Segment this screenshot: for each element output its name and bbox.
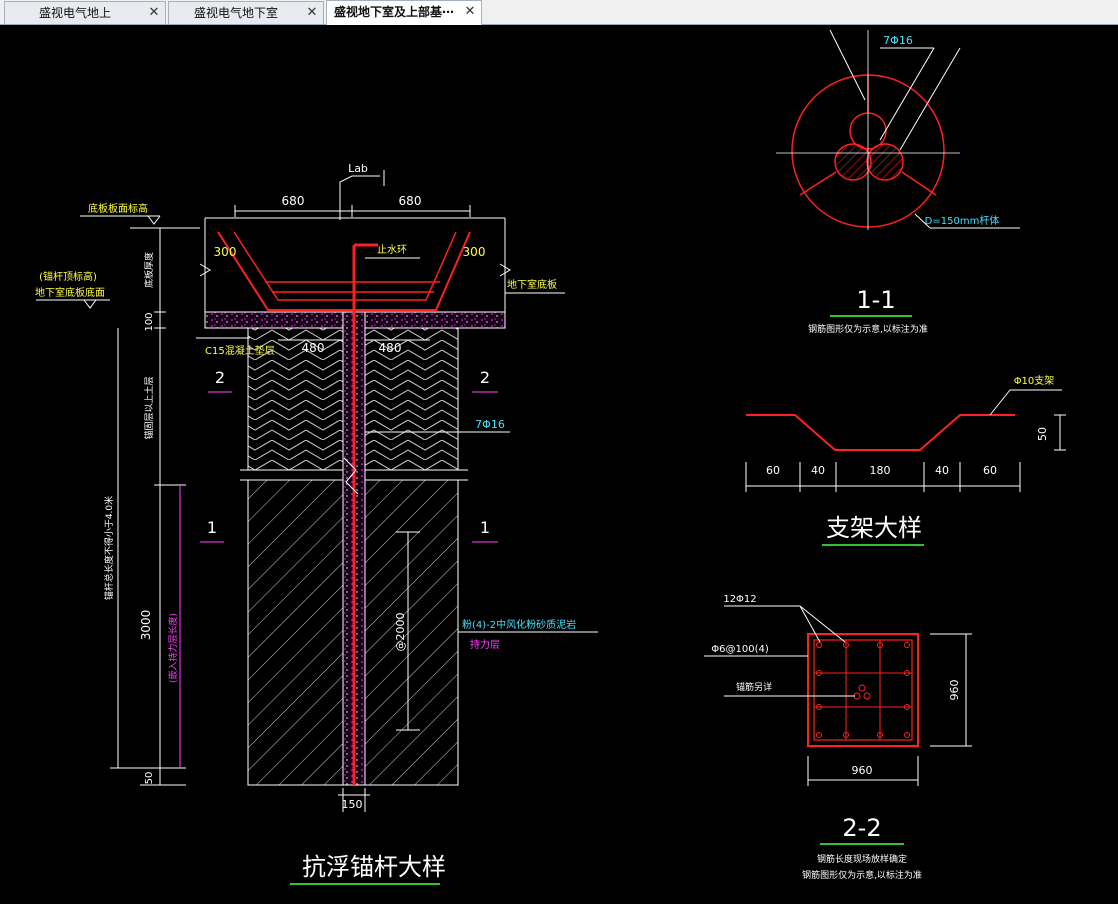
label-anchor-elev: (锚杆顶标高) xyxy=(39,270,97,283)
rebar-circle xyxy=(834,143,872,181)
bracket-arm xyxy=(901,171,937,196)
label-embed: (嵌入持力层长度) xyxy=(167,613,179,683)
elev-triangle xyxy=(147,215,161,225)
bracket-shape xyxy=(746,414,1015,451)
dim-480-left: 480 xyxy=(302,341,325,355)
section-2-2-width: 960 xyxy=(852,764,873,777)
close-icon[interactable]: ✕ xyxy=(305,2,319,24)
label-anchor-length: 锚杆总长度不得小于4.0米 xyxy=(103,496,115,600)
section-2-2-title: 2-2 xyxy=(842,814,881,842)
close-icon[interactable]: ✕ xyxy=(147,2,161,24)
haunch-outline xyxy=(217,231,471,311)
section-2-2-stirrup: Φ6@100(4) xyxy=(711,644,769,655)
section-2-2-note2: 钢筋图形仅为示意,以标注为准 xyxy=(802,869,922,881)
tab-label: 盛视电气地上 xyxy=(38,6,111,20)
bracket-leader xyxy=(989,389,1011,416)
bracket-title: 支架大样 xyxy=(826,514,922,542)
tab-document-3[interactable]: 盛视地下室及上部基⋯ ✕ xyxy=(326,0,482,25)
dim-480-right: 480 xyxy=(379,341,402,355)
bracket-dim: 40 xyxy=(811,464,825,477)
elev-triangle xyxy=(83,299,97,309)
pile-cap-outline xyxy=(807,633,919,747)
dim-150: 150 xyxy=(342,798,363,811)
section-2-2-rebar: 12Φ12 xyxy=(723,594,756,605)
main-detail-title: 抗浮锚杆大样 xyxy=(302,853,446,881)
bracket-arm xyxy=(799,171,837,196)
section-1-1-diameter: D=150mm杆体 xyxy=(925,215,1000,227)
label-basement-bottom: 地下室底板底面 xyxy=(35,286,105,299)
label-bottom-plate-top: 底板板面标高 xyxy=(88,202,148,215)
layer-name: 粉(4)-2中风化粉砂质泥岩 xyxy=(462,618,576,631)
rebar-label: 7Φ16 xyxy=(475,418,505,431)
section-mark-2-right: 2 xyxy=(480,368,490,387)
section-2-2: 12Φ12 Φ6@100(4) 锚筋另详 960 960 2-2 钢筋长度现场放… xyxy=(704,594,972,881)
close-icon[interactable]: ✕ xyxy=(463,1,477,23)
section-1-1-rebar: 7Φ16 xyxy=(883,34,913,47)
bracket-dim: 60 xyxy=(983,464,997,477)
rebar-circle xyxy=(866,143,904,181)
dim-680-right: 680 xyxy=(399,194,422,208)
dim-300-left: 300 xyxy=(214,245,237,259)
rebar-leader xyxy=(799,605,821,643)
tab-document-2[interactable]: 盛视电气地下室 ✕ xyxy=(168,1,324,24)
bracket-height: 50 xyxy=(1036,427,1049,441)
section-1-1-note: 钢筋图形仅为示意,以标注为准 xyxy=(808,323,928,335)
rebar-leader xyxy=(799,605,846,643)
section-2-2-anchor: 锚筋另详 xyxy=(736,681,772,693)
stirrup-outer xyxy=(813,639,913,741)
dim-50: 50 xyxy=(144,772,155,785)
tab-document-1[interactable]: 盛视电气地上 ✕ xyxy=(4,1,166,24)
section-mark-1-left: 1 xyxy=(207,518,217,537)
section-2-2-note1: 钢筋长度现场放样确定 xyxy=(817,853,907,865)
tab-label: 盛视电气地下室 xyxy=(193,6,278,20)
section-mark-2-left: 2 xyxy=(215,368,225,387)
section-2-2-height: 960 xyxy=(948,680,961,701)
haunch-rebar xyxy=(233,231,457,301)
lab-label: Lab xyxy=(348,162,368,175)
section-1-1: 7Φ16 D=150mm杆体 1-1 钢筋图形仅为示意,以标注为准 xyxy=(776,29,1020,335)
label-basement-floor: 地下室底板 xyxy=(507,278,557,291)
dim-300-right: 300 xyxy=(463,245,486,259)
rebar-leader xyxy=(899,47,961,151)
section-1-1-title: 1-1 xyxy=(856,286,895,314)
bracket-label: Φ10支架 xyxy=(1014,375,1055,387)
rebar-leader xyxy=(829,29,866,101)
rebar-leader xyxy=(879,47,935,141)
tab-label: 盛视地下室及上部基⋯ xyxy=(333,5,454,19)
bracket-dim: 180 xyxy=(870,464,891,477)
dim-100: 100 xyxy=(144,312,155,331)
label-water-stop: 止水环 xyxy=(377,244,407,256)
anchor-rod-detail: 680 680 Lab 300 300 止水环 地下室底板 C15混凝土垫层 4… xyxy=(35,162,598,885)
dim-680-left: 680 xyxy=(282,194,305,208)
layer-bearing: 持力层 xyxy=(470,638,500,651)
section-mark-1-right: 1 xyxy=(480,518,490,537)
bracket-dim: 40 xyxy=(935,464,949,477)
lab-leader xyxy=(339,175,380,220)
label-soil-above: 锚固层以上土层 xyxy=(143,376,155,439)
cad-drawing-canvas[interactable]: 680 680 Lab 300 300 止水环 地下室底板 C15混凝土垫层 4… xyxy=(0,25,1118,904)
dim-3000: 3000 xyxy=(139,610,153,641)
document-tab-bar: 盛视电气地上 ✕ 盛视电气地下室 ✕ 盛视地下室及上部基⋯ ✕ xyxy=(0,0,1118,25)
bracket-detail: Φ10支架 50 60 40 180 40 60 支架大样 xyxy=(745,375,1066,546)
spacing-label: @2000 xyxy=(394,613,407,652)
bracket-dim: 60 xyxy=(766,464,780,477)
label-plate-thickness: 底板厚度 xyxy=(143,252,155,288)
